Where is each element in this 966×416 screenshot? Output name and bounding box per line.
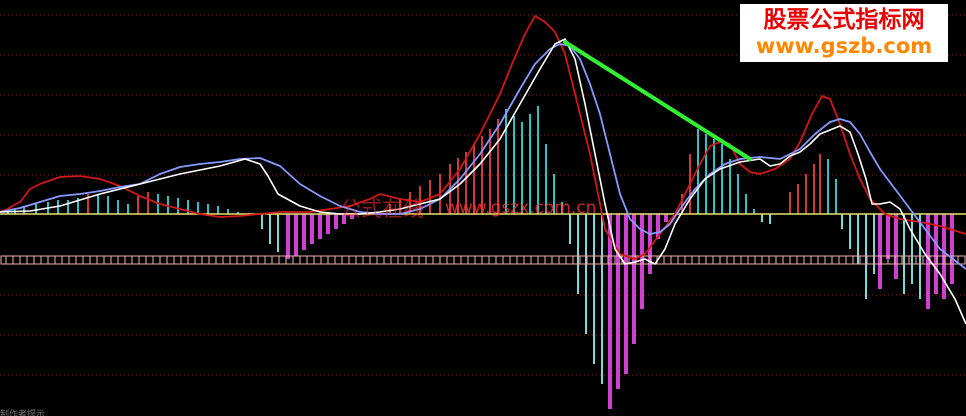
histogram-bar-21 xyxy=(217,206,219,214)
histogram-bar-13 xyxy=(137,196,139,214)
histogram-bar-80 xyxy=(761,214,763,222)
histogram-bar-29 xyxy=(302,214,306,250)
histogram-bar-61 xyxy=(601,214,603,384)
brand-name: 股票公式指标网 xyxy=(763,7,925,33)
histogram-bar-6 xyxy=(67,200,69,214)
histogram-bar-97 xyxy=(903,214,905,294)
bottom-fragment-text: 制作者提示 xyxy=(0,410,46,416)
histogram-bar-20 xyxy=(207,204,209,214)
histogram-bar-76 xyxy=(729,159,731,214)
watermark-chinese: 公式在线 xyxy=(340,197,424,221)
histogram-bars xyxy=(7,106,954,409)
histogram-bar-82 xyxy=(789,192,791,214)
histogram-bar-32 xyxy=(326,214,330,234)
histogram-bar-73 xyxy=(705,134,707,214)
histogram-bar-75 xyxy=(721,144,723,214)
histogram-bar-27 xyxy=(286,214,290,259)
histogram-bar-77 xyxy=(737,174,739,214)
histogram-bar-25 xyxy=(269,214,271,244)
histogram-bar-9 xyxy=(97,194,99,214)
histogram-bar-84 xyxy=(805,174,807,214)
histogram-bar-69 xyxy=(664,214,668,222)
brand-logo: 股票公式指标网 www.gszb.com xyxy=(740,4,948,62)
histogram-bar-94 xyxy=(878,214,882,289)
histogram-bar-89 xyxy=(841,214,843,229)
histogram-bar-62 xyxy=(608,214,612,409)
histogram-bar-14 xyxy=(147,192,149,214)
histogram-bar-65 xyxy=(632,214,636,344)
histogram-bar-60 xyxy=(593,214,595,364)
histogram-bar-86 xyxy=(819,154,821,214)
histogram-bar-63 xyxy=(616,214,620,389)
histogram-bar-103 xyxy=(950,214,954,284)
histogram-bar-30 xyxy=(310,214,314,244)
histogram-bar-72 xyxy=(697,129,699,214)
watermark-url: www.gszx.com.cn xyxy=(445,198,597,218)
histogram-bar-93 xyxy=(873,214,875,274)
histogram-bar-87 xyxy=(827,159,829,214)
brand-url: www.gszb.com xyxy=(755,34,933,58)
dashed-band xyxy=(0,255,966,265)
histogram-bar-10 xyxy=(107,196,109,214)
histogram-bar-58 xyxy=(577,214,579,294)
histogram-bar-19 xyxy=(197,202,199,214)
histogram-bar-96 xyxy=(894,214,898,279)
histogram-bar-24 xyxy=(261,214,263,229)
histogram-bar-28 xyxy=(294,214,298,256)
histogram-bar-90 xyxy=(849,214,851,249)
histogram-bar-83 xyxy=(797,184,799,214)
histogram-bar-26 xyxy=(277,214,279,252)
histogram-bar-57 xyxy=(569,214,571,244)
histogram-bar-88 xyxy=(835,179,837,214)
histogram-bar-81 xyxy=(769,214,771,224)
histogram-bar-85 xyxy=(813,164,815,214)
histogram-bar-59 xyxy=(585,214,587,334)
histogram-bar-31 xyxy=(318,214,322,239)
histogram-bar-33 xyxy=(334,214,338,229)
histogram-bar-95 xyxy=(886,214,890,259)
histogram-bar-64 xyxy=(624,214,628,374)
histogram-bar-100 xyxy=(926,214,930,309)
chart-canvas: 公式在线 www.gszx.com.cn 股票公式指标网 www.gszb.co… xyxy=(0,0,966,416)
histogram-bar-78 xyxy=(745,194,747,214)
histogram-bar-17 xyxy=(177,198,179,214)
histogram-bar-98 xyxy=(911,214,913,284)
histogram-bar-3 xyxy=(35,204,37,214)
histogram-bar-11 xyxy=(117,200,119,214)
histogram-bar-12 xyxy=(127,204,129,214)
histogram-bar-74 xyxy=(713,139,715,214)
